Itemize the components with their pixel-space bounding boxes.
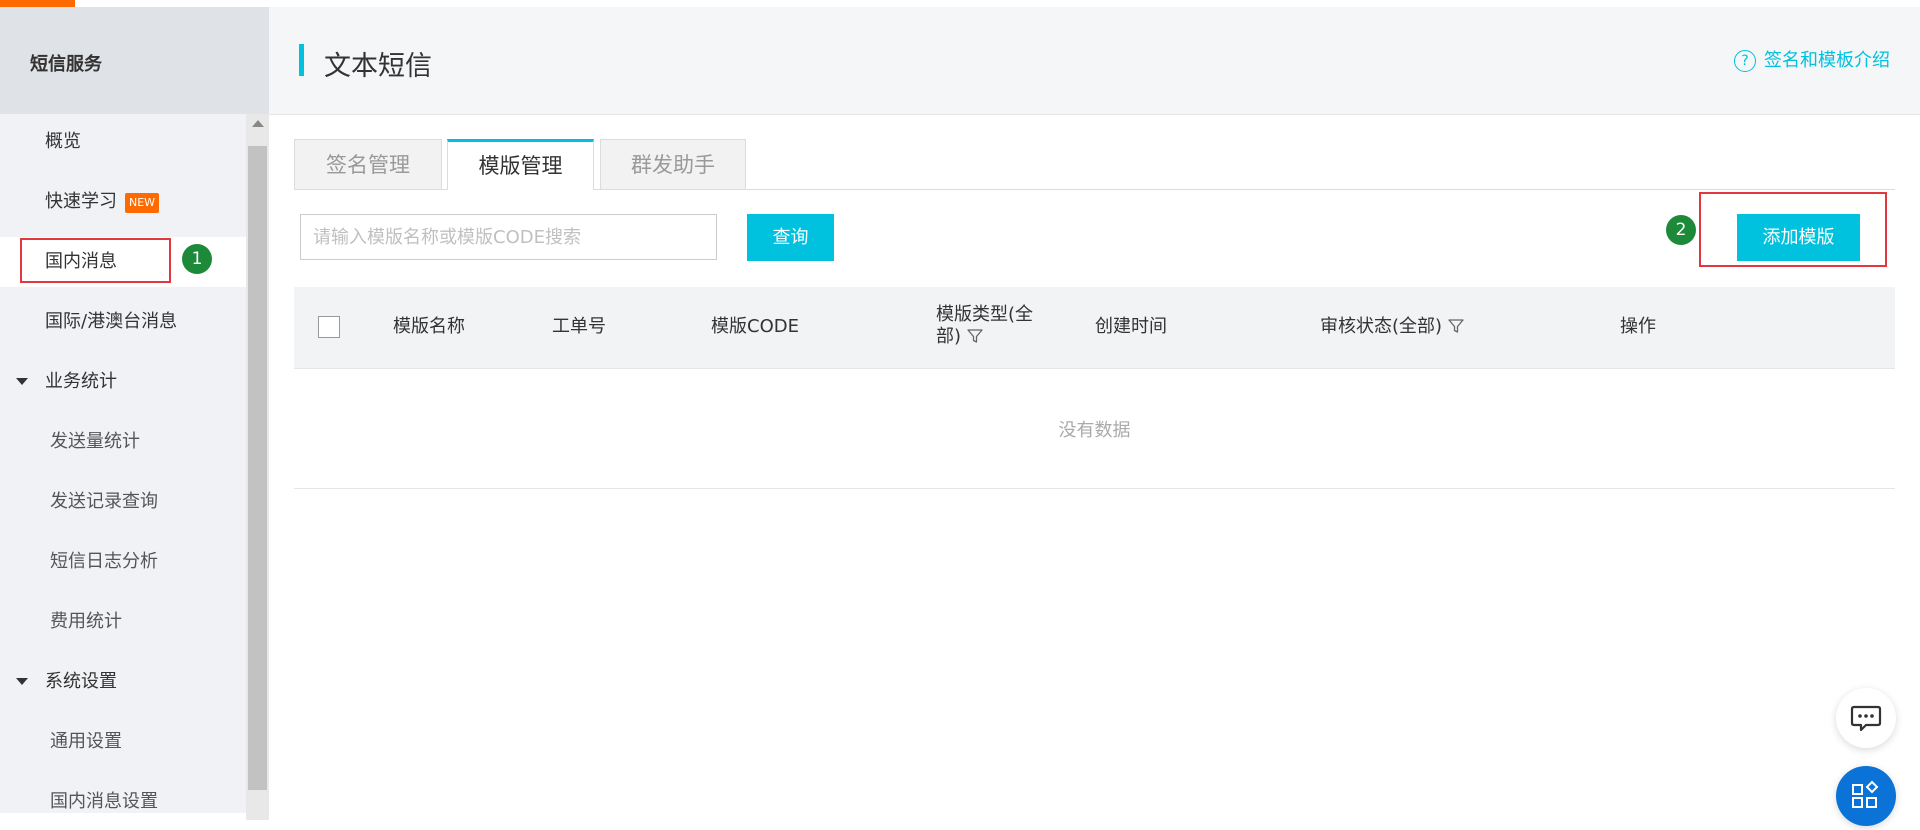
sidebar-item-send-volume[interactable]: 发送量统计 [0,417,246,467]
question-circle-icon: ? [1734,50,1756,72]
column-header-type[interactable]: 模版类型(全部) [936,304,1046,348]
sidebar-group-business-stats[interactable]: 业务统计 [0,357,246,407]
table-empty-row: 没有数据 [294,369,1895,489]
top-strip [0,0,1920,7]
new-badge: NEW [125,193,160,213]
scrollbar-thumb[interactable] [248,146,267,790]
sidebar-item-label: 概览 [45,131,81,152]
column-header-status-label: 审核状态(全部) [1320,316,1443,337]
select-all-checkbox[interactable] [318,316,340,338]
column-header-actions: 操作 [1620,316,1656,337]
sidebar-item-domestic-settings[interactable]: 国内消息设置 [0,777,246,827]
sidebar-scrollbar[interactable] [246,114,269,820]
title-accent-bar [299,44,304,76]
sidebar-item-send-records[interactable]: 发送记录查询 [0,477,246,527]
sidebar-item-label: 国际/港澳台消息 [45,311,178,332]
sidebar-item-label: 费用统计 [50,611,122,632]
caret-down-icon [16,378,28,385]
column-header-code: 模版CODE [711,316,799,337]
brand-accent-bar [0,0,75,7]
sidebar-item-label: 通用设置 [50,731,122,752]
step-2-marker: 2 [1666,215,1696,245]
sidebar-item-overview[interactable]: 概览 [0,117,246,167]
caret-down-icon [16,678,28,685]
sidebar-header: 短信服务 [0,7,269,114]
template-search-input[interactable] [300,214,717,260]
help-link[interactable]: ? 签名和模板介绍 [1734,46,1890,72]
apps-grid-icon [1852,780,1879,808]
column-header-name: 模版名称 [393,316,465,337]
sidebar-item-label: 快速学习 [45,191,117,212]
table-header: 模版名称 工单号 模版CODE 模版类型(全部) 创建时间 审核状态(全部) 操… [294,287,1895,369]
highlight-box-domestic [20,238,171,283]
chat-icon [1850,705,1882,732]
sidebar-item-label: 系统设置 [45,671,117,692]
sidebar-title: 短信服务 [30,54,102,75]
column-header-created: 创建时间 [1095,316,1167,337]
step-1-marker: 1 [182,244,212,274]
tab-bulk-assistant[interactable]: 群发助手 [600,139,746,189]
sidebar-item-label: 短信日志分析 [50,551,158,572]
scroll-up-arrow-icon[interactable] [252,120,264,127]
sidebar-item-general-settings[interactable]: 通用设置 [0,717,246,767]
tab-signature[interactable]: 签名管理 [294,139,442,189]
empty-state-text: 没有数据 [1058,420,1131,441]
sidebar: 短信服务 概览 快速学习 NEW 国内消息 国际/港澳台消息 业务统计 发送量统… [0,7,269,820]
sidebar-item-quick-learn[interactable]: 快速学习 NEW [0,177,246,227]
sidebar-item-log-analysis[interactable]: 短信日志分析 [0,537,246,587]
column-header-ticket: 工单号 [552,316,606,337]
tab-template[interactable]: 模版管理 [447,139,594,190]
help-link-label: 签名和模板介绍 [1764,50,1890,71]
query-button[interactable]: 查询 [747,214,834,261]
column-header-status[interactable]: 审核状态(全部) [1320,316,1464,338]
highlight-box-add-template [1699,192,1887,267]
apps-float-button[interactable] [1836,766,1896,826]
sidebar-item-label: 发送记录查询 [50,491,158,512]
sidebar-item-cost-stats[interactable]: 费用统计 [0,597,246,647]
sidebar-item-international[interactable]: 国际/港澳台消息 [0,297,246,347]
sidebar-item-label: 国内消息设置 [50,791,158,812]
sidebar-item-label: 业务统计 [45,371,117,392]
page-title: 文本短信 [324,51,432,82]
sidebar-item-label: 发送量统计 [50,431,140,452]
sidebar-group-system-settings[interactable]: 系统设置 [0,657,246,707]
page-header: 文本短信 ? 签名和模板介绍 [269,7,1920,115]
filter-icon[interactable] [1448,318,1464,334]
column-header-type-label: 模版类型(全部) [936,304,1034,347]
filter-icon[interactable] [967,328,983,344]
chat-float-button[interactable] [1836,688,1896,748]
